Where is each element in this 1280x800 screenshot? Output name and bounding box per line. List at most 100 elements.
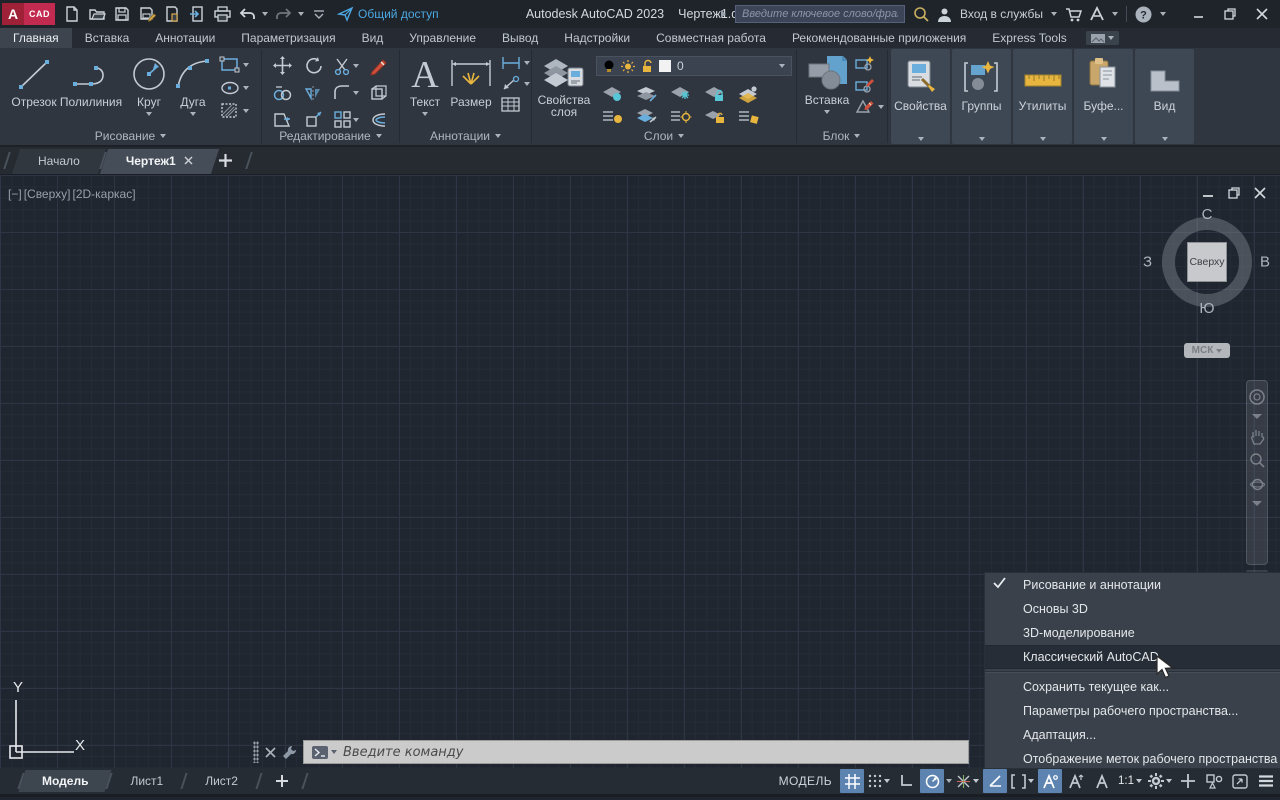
layer-lock-button[interactable] (704, 86, 726, 102)
annotation-scale-button[interactable] (1090, 769, 1114, 793)
workspace-dropdown-icon[interactable] (1166, 779, 1172, 783)
viewcube-south[interactable]: Ю (1199, 300, 1214, 317)
search-input[interactable] (735, 5, 905, 23)
new-layout-button[interactable] (266, 768, 298, 794)
minimize-window-icon[interactable] (1184, 2, 1212, 26)
trim-dropdown-icon[interactable] (353, 64, 359, 68)
panel-annotation-label[interactable]: Аннотации (400, 129, 531, 143)
app-store-dropdown-icon[interactable] (1112, 12, 1118, 16)
command-history-dropdown-icon[interactable] (331, 750, 337, 754)
viewport-close-icon[interactable] (1254, 187, 1266, 199)
tab-home[interactable]: Главная (0, 28, 72, 48)
layer-select-dropdown[interactable]: 0 (596, 56, 792, 76)
layer-dropdown-icon[interactable] (779, 64, 785, 68)
autodesk-app-store-icon[interactable] (1090, 7, 1104, 21)
layer-off-button[interactable] (602, 86, 624, 102)
arc-button[interactable]: Дуга (172, 54, 214, 116)
command-close-icon[interactable] (265, 747, 276, 758)
viewcube-east[interactable]: В (1260, 254, 1270, 271)
hatch-button[interactable] (220, 102, 249, 120)
polar-tracking-button[interactable] (920, 769, 944, 793)
object-snap-button[interactable] (1009, 769, 1036, 793)
navbar-dropdown2-icon[interactable] (1252, 501, 1262, 506)
panel-groups-collapsed[interactable]: Группы (952, 49, 1011, 144)
navigation-bar[interactable] (1246, 380, 1268, 565)
save-as-icon[interactable] (136, 3, 158, 25)
layout-tab-sheet2[interactable]: Лист2 (191, 768, 252, 794)
viewport-restore-icon[interactable] (1228, 187, 1240, 199)
signin-dropdown-icon[interactable] (1051, 12, 1057, 16)
fillet-button[interactable] (333, 84, 359, 101)
app-menu-button[interactable]: A CAD (2, 3, 55, 25)
new-file-icon[interactable] (61, 3, 83, 25)
isolate-objects-button[interactable] (1202, 769, 1226, 793)
line-button[interactable]: Отрезок (8, 54, 60, 109)
scale-button[interactable] (305, 111, 323, 128)
signin-button[interactable]: Вход в службы (960, 7, 1043, 21)
edit-block-button[interactable] (855, 77, 884, 93)
tab-parametric[interactable]: Параметризация (228, 28, 348, 48)
ucs-selector-button[interactable]: МСК (1184, 343, 1230, 358)
navbar-dropdown-icon[interactable] (1252, 414, 1262, 419)
tab-view[interactable]: Вид (349, 28, 397, 48)
help-dropdown-icon[interactable] (1160, 12, 1166, 16)
cart-icon[interactable] (1065, 7, 1082, 22)
menu-item-save-current-as[interactable]: Сохранить текущее как... (985, 675, 1280, 699)
ellipse-dropdown-icon[interactable] (243, 86, 249, 90)
viewcube-west[interactable]: З (1143, 254, 1152, 271)
infocenter-arrow-icon[interactable] (720, 9, 727, 19)
layer-vp-freeze-button[interactable] (738, 108, 760, 124)
close-tab-icon[interactable] (184, 156, 193, 165)
tab-annotate[interactable]: Аннотации (142, 28, 228, 48)
snap-dropdown-icon[interactable] (884, 779, 890, 783)
command-prompt-icon[interactable] (312, 746, 328, 759)
undo-dropdown-icon[interactable] (261, 3, 269, 25)
viewport-view-control[interactable]: [Сверху] (24, 187, 71, 201)
viewport-menu-control[interactable]: [−] (8, 187, 22, 201)
rectangle-dropdown-icon[interactable] (243, 63, 249, 67)
redo-dropdown-icon[interactable] (297, 3, 305, 25)
panel-modify-label[interactable]: Редактирование (262, 129, 399, 143)
file-tab-drawing1[interactable]: Чертеж1 (110, 147, 209, 174)
layer-walk-button[interactable] (704, 108, 726, 124)
undo-icon[interactable] (236, 3, 258, 25)
text-dropdown-icon[interactable] (422, 112, 428, 116)
search-icon[interactable] (913, 6, 929, 22)
scale-dropdown-icon[interactable] (1136, 779, 1142, 783)
annotation-visibility-button[interactable] (1038, 769, 1062, 793)
text-button[interactable]: A Текст (405, 54, 445, 116)
copy-to-layer-button[interactable] (670, 108, 692, 124)
menu-item-workspace-settings[interactable]: Параметры рабочего пространства... (985, 699, 1280, 723)
layer-isolate-button[interactable] (636, 86, 658, 102)
help-icon[interactable]: ? (1135, 6, 1152, 23)
osnap-tracking-dropdown-icon[interactable] (973, 779, 979, 783)
scale-value-button[interactable]: 1:1 (1116, 769, 1144, 793)
table-button[interactable] (501, 97, 530, 113)
arc-dropdown-icon[interactable] (190, 112, 196, 116)
polar-dropdown-icon[interactable] (946, 779, 952, 783)
tab-collaborate[interactable]: Совместная работа (643, 28, 779, 48)
panel-block-label[interactable]: Блок (797, 129, 886, 143)
annotation-autoscale-button[interactable] (1064, 769, 1088, 793)
restore-window-icon[interactable] (1216, 2, 1244, 26)
ortho-toggle-button[interactable] (894, 769, 918, 793)
layer-freeze-button[interactable] (670, 86, 692, 102)
menu-item-classic-autocad[interactable]: Классический AutoCAD (985, 645, 1280, 669)
viewport-minimize-icon[interactable] (1202, 188, 1214, 198)
insert-block-button[interactable]: Вставка (801, 54, 853, 114)
file-tab-start[interactable]: Начало (22, 147, 96, 174)
layout-tab-sheet1[interactable]: Лист1 (116, 768, 177, 794)
circle-button[interactable]: Круг (126, 54, 172, 116)
mirror-button[interactable] (305, 84, 324, 101)
tab-manage[interactable]: Управление (396, 28, 489, 48)
panel-clipboard-collapsed[interactable]: Буфе... (1074, 49, 1133, 144)
clean-screen-button[interactable] (1228, 769, 1252, 793)
panel-properties-collapsed[interactable]: Свойства (891, 49, 950, 144)
viewcube-north[interactable]: С (1202, 206, 1213, 223)
explode-button[interactable] (369, 84, 388, 102)
panel-utilities-collapsed[interactable]: Утилиты (1013, 49, 1072, 144)
dim-linear-button[interactable] (501, 56, 530, 70)
dim-linear-dropdown-icon[interactable] (524, 61, 530, 65)
circle-dropdown-icon[interactable] (146, 112, 152, 116)
grid-toggle-button[interactable] (840, 769, 864, 793)
